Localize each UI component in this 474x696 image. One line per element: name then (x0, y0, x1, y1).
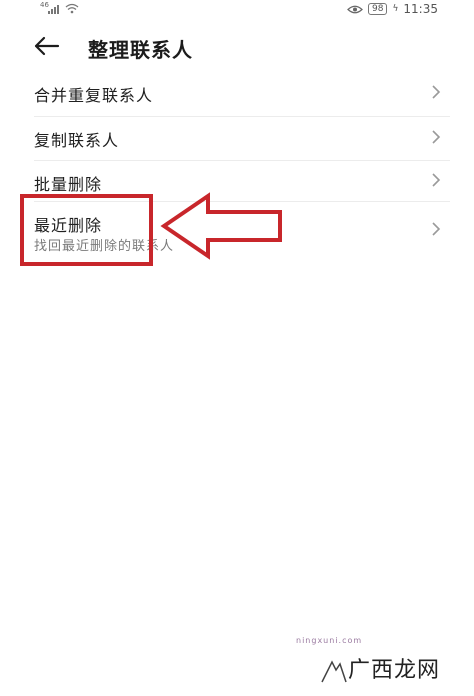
watermark-logo-icon (321, 660, 347, 683)
list-item-label: 复制联系人 (34, 131, 120, 150)
status-bar-left: 46 (40, 1, 79, 14)
red-arrow-left-icon (160, 192, 282, 260)
list-item-copy-contacts[interactable]: 复制联系人 (20, 117, 450, 160)
screen: 46 98 ϟ 11:35 整理联系人 合并重复联系人 复制联系人 批量删除 最… (0, 0, 474, 696)
list-item-merge-duplicates[interactable]: 合并重复联系人 (20, 70, 450, 116)
chevron-right-icon (432, 130, 441, 144)
status-bar-right: 98 ϟ 11:35 (347, 2, 438, 16)
page-title: 整理联系人 (88, 38, 193, 62)
watermark: 广西龙网 (321, 648, 468, 692)
status-bar: 46 98 ϟ 11:35 (0, 0, 474, 22)
chevron-right-icon (432, 173, 441, 187)
arrow-left-icon (34, 36, 60, 56)
signal-icon (48, 4, 59, 14)
watermark-url: ningxuni.com (296, 636, 363, 645)
highlight-box (20, 194, 153, 266)
list-item-label: 合并重复联系人 (34, 86, 154, 105)
watermark-text: 广西龙网 (348, 658, 441, 683)
chevron-right-icon (432, 85, 441, 99)
wifi-icon (65, 3, 79, 14)
app-header: 整理联系人 (0, 28, 474, 68)
charging-icon: ϟ (392, 4, 399, 14)
chevron-right-icon (432, 222, 441, 236)
network-type-label: 46 (40, 1, 49, 9)
battery-icon: 98 (368, 3, 388, 15)
back-button[interactable] (32, 34, 64, 62)
list-item-label: 批量删除 (34, 175, 103, 194)
battery-level: 98 (372, 4, 384, 14)
eye-comfort-icon (347, 5, 363, 13)
status-time: 11:35 (403, 2, 438, 16)
